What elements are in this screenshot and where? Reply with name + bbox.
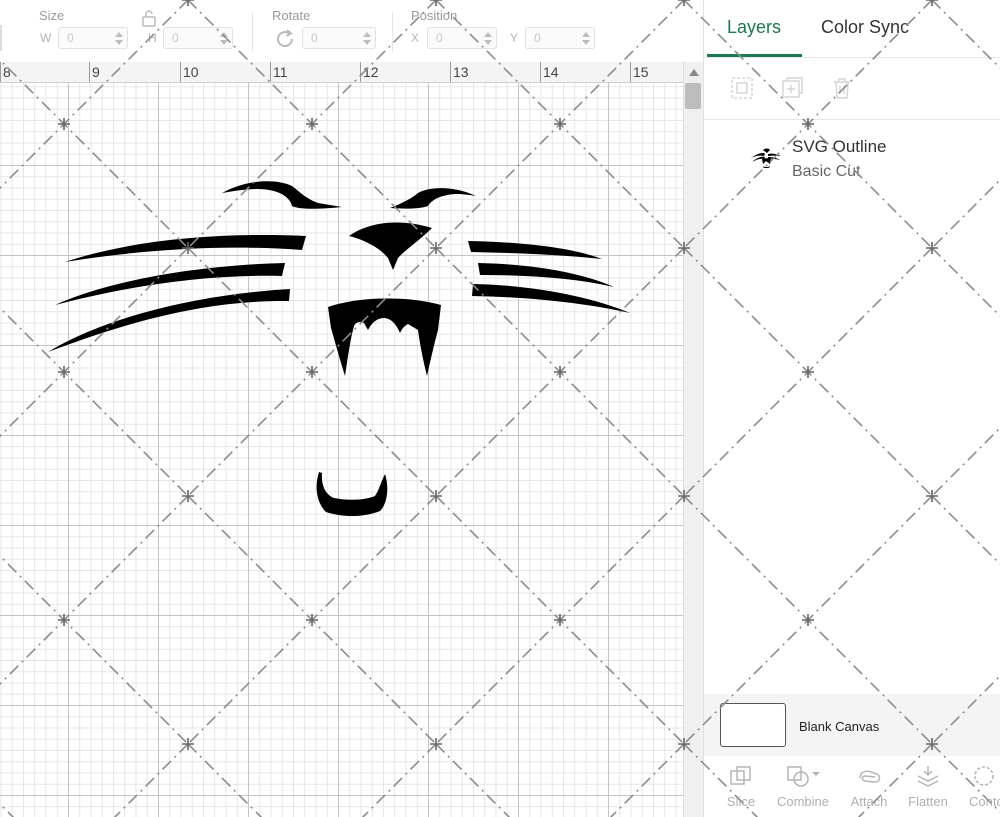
ruler-number: 10 (183, 64, 199, 80)
x-position-input[interactable]: 0 (427, 27, 497, 49)
layer-thumbnail-icon (750, 146, 782, 173)
size-group: Size W 0 H 0 (0, 0, 250, 62)
ruler-tick (270, 62, 271, 82)
width-stepper[interactable] (114, 29, 124, 47)
attach-icon (859, 770, 881, 783)
ruler-number: 9 (92, 64, 100, 80)
panel-tabs: Layers Color Sync (704, 0, 1000, 58)
ruler-tick (89, 62, 90, 82)
slice-icon (730, 766, 751, 785)
ruler-tick (450, 62, 451, 82)
position-group: Position X 0 Y 0 (400, 0, 600, 62)
left-whisker-3 (48, 289, 290, 352)
tab-layers[interactable]: Layers (727, 17, 781, 38)
left-whisker-1 (65, 235, 306, 262)
toolbar-divider (252, 12, 253, 52)
canvas-vertical-scrollbar[interactable] (683, 62, 703, 817)
ruler-tick (630, 62, 631, 82)
right-whisker-1 (468, 241, 602, 259)
flatten-label: Flatten (908, 794, 948, 809)
ruler-number: 12 (363, 64, 379, 80)
height-prefix: H (148, 31, 157, 45)
delete-icon[interactable] (829, 75, 855, 101)
layers-panel: Layers Color Sync SVG Outline Basic Cut … (703, 0, 1000, 817)
panther-face-design[interactable] (0, 83, 683, 817)
active-tab-indicator (707, 54, 802, 57)
rotate-icon (274, 28, 296, 55)
blank-canvas-swatch[interactable] (720, 703, 786, 747)
layer-operation[interactable]: Basic Cut (792, 163, 860, 181)
lower-jaw (316, 472, 388, 517)
combine-label: Combine (776, 794, 830, 809)
width-prefix: W (40, 31, 52, 45)
height-stepper[interactable] (219, 29, 229, 47)
y-stepper[interactable] (581, 29, 591, 47)
rotate-group: Rotate 0 (260, 0, 390, 62)
attach-label: Attach (850, 794, 888, 809)
flatten-button[interactable]: Flatten (897, 756, 959, 817)
y-prefix: Y (510, 31, 519, 45)
layer-actions-bar: Slice Combine Attach Flatten Conto (704, 756, 1000, 817)
ruler-tick (0, 62, 1, 82)
ruler-tick (180, 62, 181, 82)
ruler-number: 13 (453, 64, 469, 80)
size-label: Size (39, 8, 65, 23)
group-icon[interactable] (729, 75, 755, 101)
rotate-input[interactable]: 0 (302, 27, 376, 49)
svg-outline-shapes (48, 181, 630, 517)
lock-icon[interactable] (141, 9, 157, 32)
nose (349, 222, 432, 270)
layer-name: SVG Outline (792, 137, 887, 156)
attach-button[interactable]: Attach (838, 756, 900, 817)
right-whisker-3 (472, 284, 630, 313)
rotate-stepper[interactable] (362, 29, 372, 47)
height-value: 0 (172, 31, 179, 45)
scroll-up-arrow-icon[interactable] (689, 69, 699, 76)
contour-icon (974, 766, 994, 786)
toolbar-divider (392, 12, 393, 52)
duplicate-icon[interactable] (779, 75, 805, 101)
right-whisker-2 (478, 263, 614, 287)
rotate-value: 0 (311, 31, 318, 45)
y-value: 0 (534, 31, 541, 45)
contour-button[interactable]: Conto (956, 756, 1000, 817)
left-brow (222, 181, 342, 209)
combine-icon (787, 766, 820, 787)
x-value: 0 (436, 31, 443, 45)
layer-tools (704, 58, 1000, 120)
rotate-label: Rotate (272, 8, 311, 23)
size-unlock-icon-left (0, 25, 4, 51)
ruler-number: 14 (543, 64, 559, 80)
height-input[interactable]: 0 (163, 27, 233, 49)
x-stepper[interactable] (483, 29, 493, 47)
scroll-thumb[interactable] (685, 83, 701, 109)
x-prefix: X (411, 31, 420, 45)
edit-toolbar: Size W 0 H 0 Rotate 0 Position X 0 Y 0 (0, 0, 703, 62)
combine-button[interactable]: Combine (772, 756, 834, 817)
position-label: Position (411, 8, 458, 23)
ruler-number: 15 (633, 64, 649, 80)
ruler-number: 11 (273, 64, 288, 80)
blank-canvas-label: Blank Canvas (799, 719, 880, 734)
width-input[interactable]: 0 (58, 27, 128, 49)
blank-canvas-row[interactable]: Blank Canvas (704, 694, 1000, 756)
tab-color-sync[interactable]: Color Sync (821, 17, 909, 38)
ruler-tick (540, 62, 541, 82)
flatten-icon (917, 766, 939, 787)
ruler-tick (360, 62, 361, 82)
ruler-number: 8 (3, 64, 11, 80)
slice-button[interactable]: Slice (710, 756, 772, 817)
y-position-input[interactable]: 0 (525, 27, 595, 49)
contour-label: Conto (969, 794, 1000, 809)
horizontal-ruler: 8 9 10 11 12 13 14 15 (0, 62, 683, 83)
upper-jaw (328, 298, 441, 376)
design-canvas[interactable] (0, 83, 683, 817)
layer-item[interactable]: SVG Outline Basic Cut (704, 121, 1000, 187)
slice-label: Slice (726, 794, 756, 809)
right-brow (390, 188, 476, 209)
width-value: 0 (67, 31, 74, 45)
